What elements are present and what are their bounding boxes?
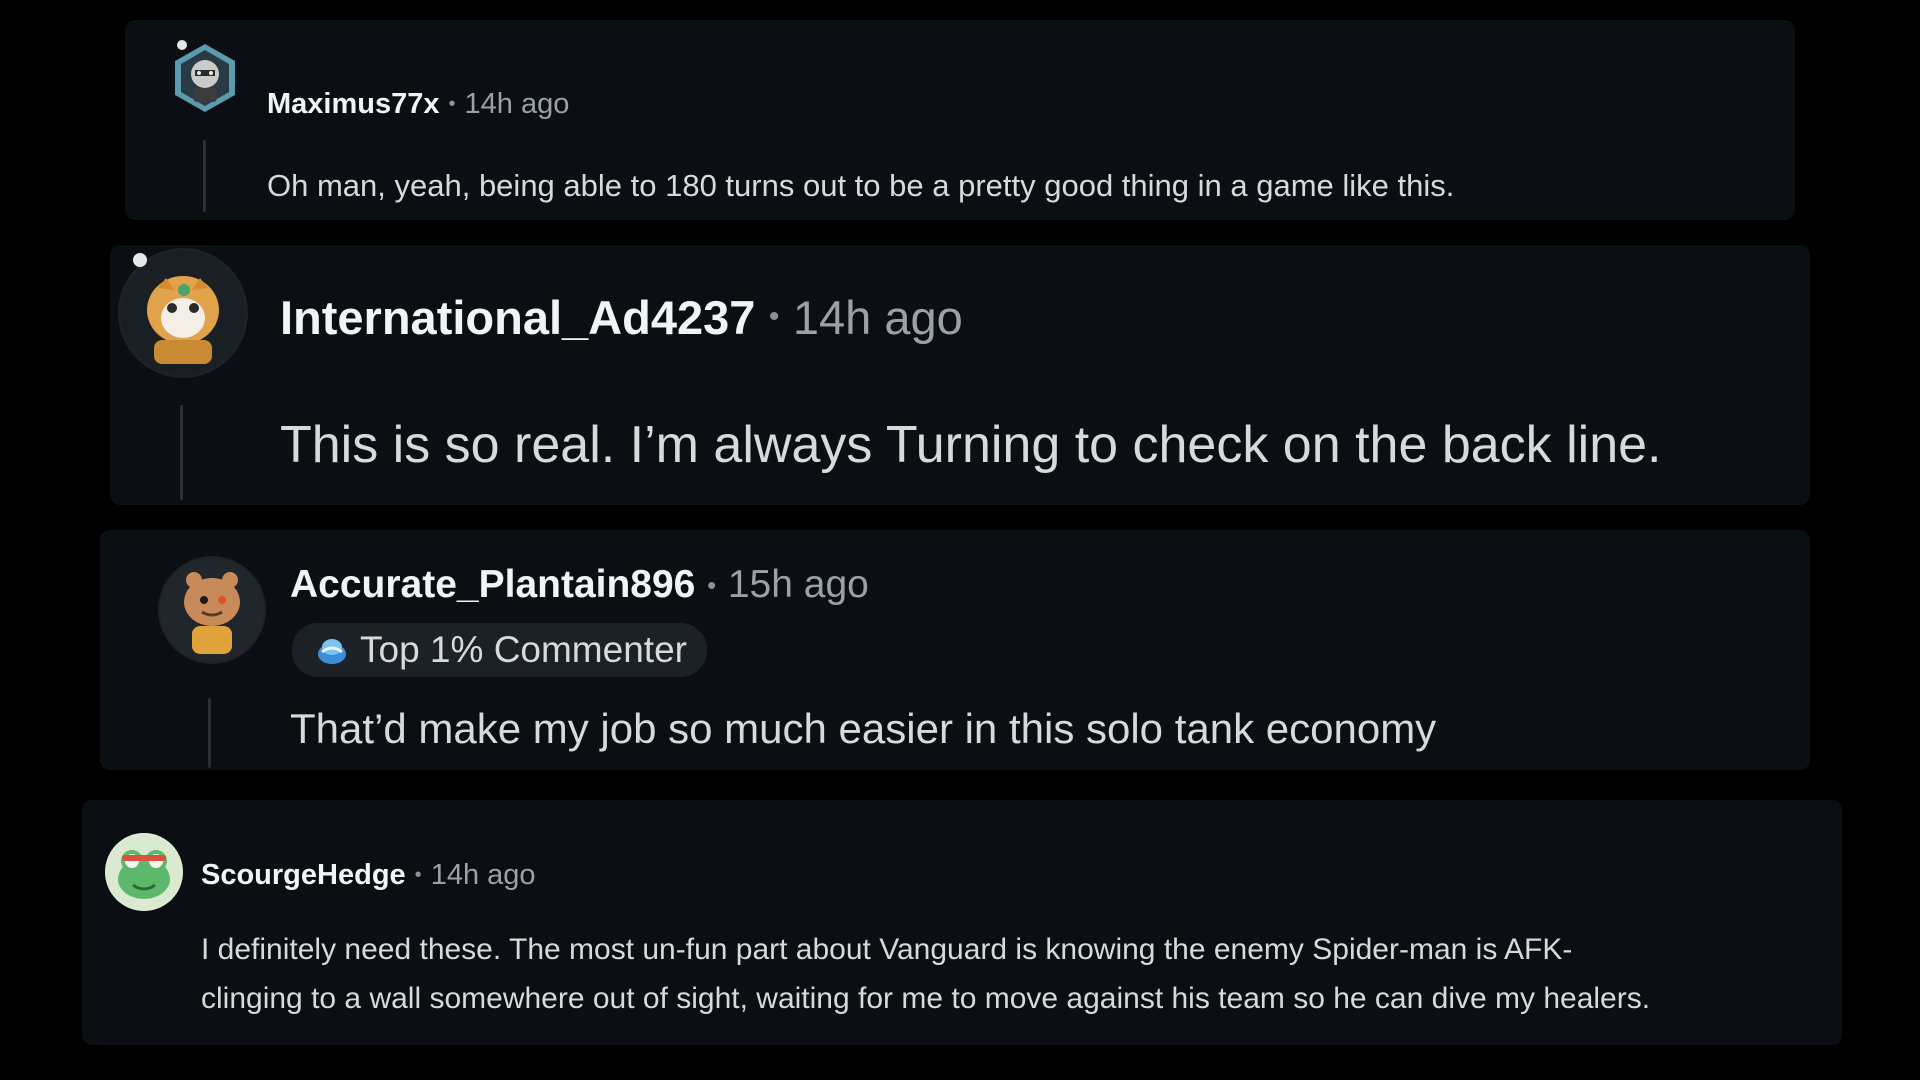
frog-avatar-icon[interactable] [105, 833, 183, 911]
username[interactable]: ScourgeHedge [201, 859, 406, 892]
meta-separator: • [448, 92, 456, 115]
top-commenter-icon [314, 632, 350, 668]
timestamp[interactable]: 15h ago [728, 563, 869, 607]
thread-line[interactable] [208, 698, 211, 768]
comment-meta: ScourgeHedge • 14h ago [201, 855, 536, 895]
comment-body-line: I definitely need these. The most un-fun… [201, 933, 1573, 966]
timestamp[interactable]: 14h ago [431, 859, 536, 892]
timestamp[interactable]: 14h ago [465, 88, 570, 121]
comment-body: This is so real. I’m always Turning to c… [280, 416, 1662, 474]
comment-body: That’d make my job so much easier in thi… [290, 705, 1437, 752]
comment-body: Oh man, yeah, being able to 180 turns ou… [267, 168, 1455, 203]
username[interactable]: International_Ad4237 [280, 290, 755, 345]
meta-separator: • [768, 300, 780, 333]
online-indicator [133, 253, 147, 267]
badge-label: Top 1% Commenter [360, 629, 687, 670]
comment-meta: International_Ad4237 • 14h ago [280, 289, 963, 345]
meta-separator: • [707, 569, 717, 600]
thread-line[interactable] [203, 140, 206, 212]
comment-body-line: clinging to a wall somewhere out of sigh… [201, 982, 1651, 1015]
comment-card: Maximus77x • 14h ago Oh man, yeah, being… [125, 20, 1795, 220]
tiger-avatar-icon[interactable] [118, 248, 248, 378]
comment-card: ScourgeHedge • 14h ago I definitely need… [82, 800, 1842, 1045]
thread-line[interactable] [180, 405, 183, 500]
snoo-avatar-icon[interactable] [158, 556, 266, 664]
username[interactable]: Accurate_Plantain896 [290, 563, 695, 607]
comment-thread-screenshot: Maximus77x • 14h ago Oh man, yeah, being… [0, 0, 1920, 1080]
online-indicator [177, 40, 187, 50]
meta-separator: • [414, 863, 422, 886]
comment-meta: Maximus77x • 14h ago [267, 84, 569, 124]
comment-card: International_Ad4237 • 14h ago This is s… [110, 245, 1810, 505]
comment-meta: Accurate_Plantain896 • 15h ago [290, 560, 869, 610]
robot-avatar-icon[interactable] [167, 40, 243, 116]
comment-card: Accurate_Plantain896 • 15h ago Top 1% Co… [100, 530, 1810, 770]
username[interactable]: Maximus77x [267, 88, 440, 121]
top-commenter-badge[interactable]: Top 1% Commenter [292, 623, 707, 677]
timestamp[interactable]: 14h ago [793, 290, 963, 345]
